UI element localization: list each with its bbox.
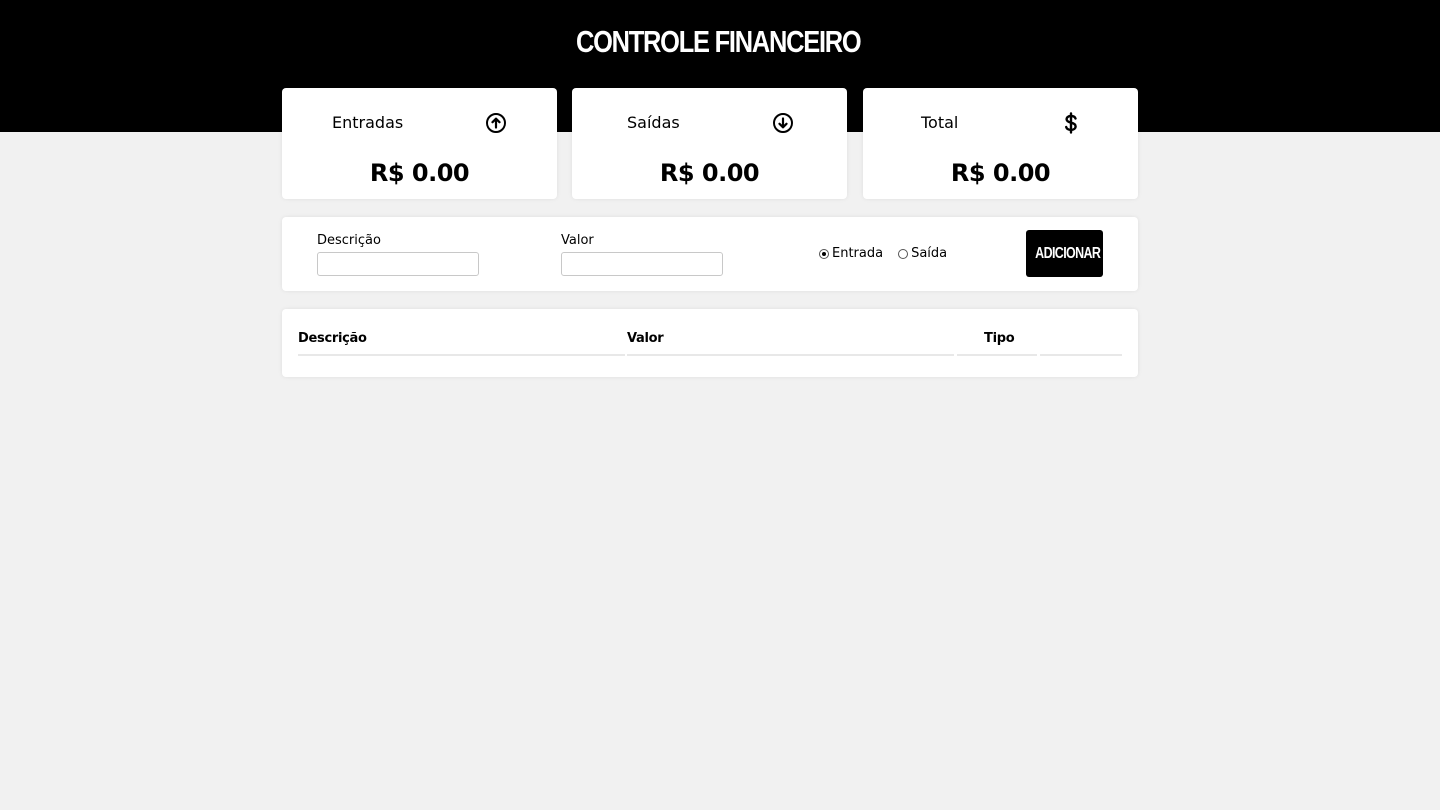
amount-input[interactable] <box>561 252 723 276</box>
column-header-value: Valor <box>627 329 954 356</box>
column-header-actions <box>1040 329 1122 356</box>
total-label: Total <box>921 113 959 132</box>
expense-value: R$ 0.00 <box>659 159 760 187</box>
page-title: CONTROLE FINANCEIRO <box>575 24 862 59</box>
dollar-icon <box>1059 111 1083 135</box>
amount-label: Valor <box>561 233 594 248</box>
add-button-label: ADICIONAR <box>1035 244 1101 262</box>
description-label: Descrição <box>317 233 381 248</box>
radio-option-saida[interactable]: Saída <box>898 246 947 262</box>
arrow-up-circle-icon <box>484 111 508 135</box>
transactions-table: Descrição Valor Tipo <box>282 309 1138 377</box>
column-header-type: Tipo <box>957 329 1037 356</box>
income-card: Entradas R$ 0.00 <box>282 88 557 199</box>
column-header-description: Descrição <box>298 329 625 356</box>
radio-saida[interactable] <box>898 249 909 259</box>
expense-label: Saídas <box>627 113 680 132</box>
radio-entrada-label: Entrada <box>832 246 884 261</box>
total-value: R$ 0.00 <box>950 159 1051 187</box>
transaction-form: Descrição Valor Entrada Saída ADICIONAR <box>282 217 1138 291</box>
total-card: Total R$ 0.00 <box>863 88 1138 199</box>
income-value: R$ 0.00 <box>369 159 470 187</box>
income-label: Entradas <box>332 113 404 132</box>
description-input[interactable] <box>317 252 479 276</box>
arrow-down-circle-icon <box>771 111 795 135</box>
radio-entrada[interactable] <box>819 249 829 259</box>
add-button[interactable]: ADICIONAR <box>1026 230 1103 277</box>
radio-saida-label: Saída <box>911 246 948 261</box>
radio-option-entrada[interactable]: Entrada <box>819 246 883 262</box>
type-radio-group: Entrada Saída <box>819 246 947 262</box>
expense-card: Saídas R$ 0.00 <box>572 88 847 199</box>
